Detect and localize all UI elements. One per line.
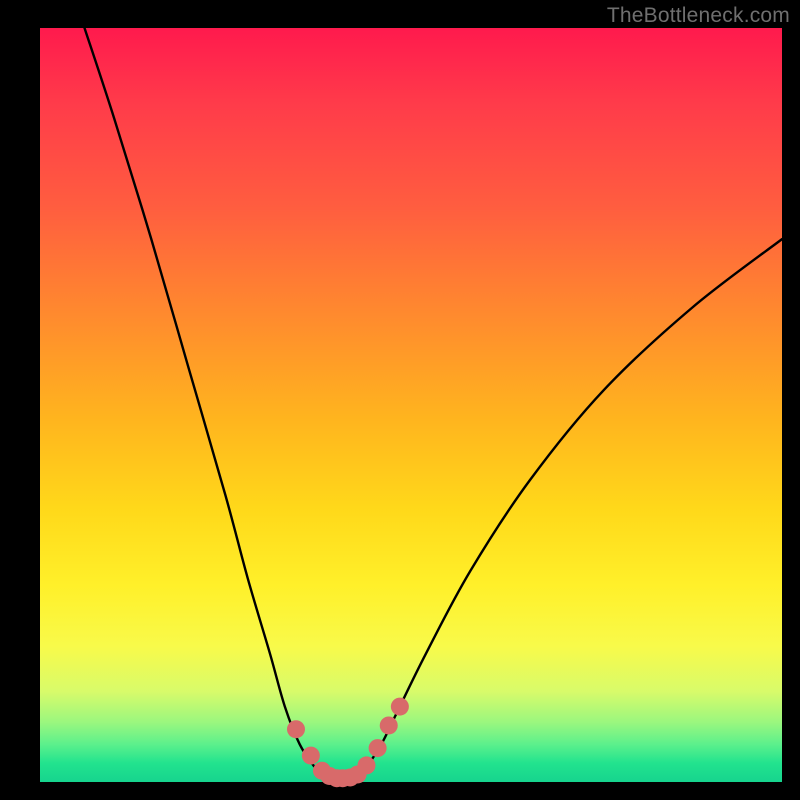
curve-layer xyxy=(40,28,782,782)
marker-dot xyxy=(302,747,320,765)
marker-dot xyxy=(369,739,387,757)
marker-dot xyxy=(357,756,375,774)
watermark-text: TheBottleneck.com xyxy=(607,4,790,28)
plot-area xyxy=(40,28,782,782)
marker-dot xyxy=(287,720,305,738)
bottleneck-curve xyxy=(85,28,782,780)
optimal-range-dots xyxy=(287,698,409,788)
marker-dot xyxy=(391,698,409,716)
marker-dot xyxy=(380,716,398,734)
chart-frame: TheBottleneck.com xyxy=(0,0,800,800)
